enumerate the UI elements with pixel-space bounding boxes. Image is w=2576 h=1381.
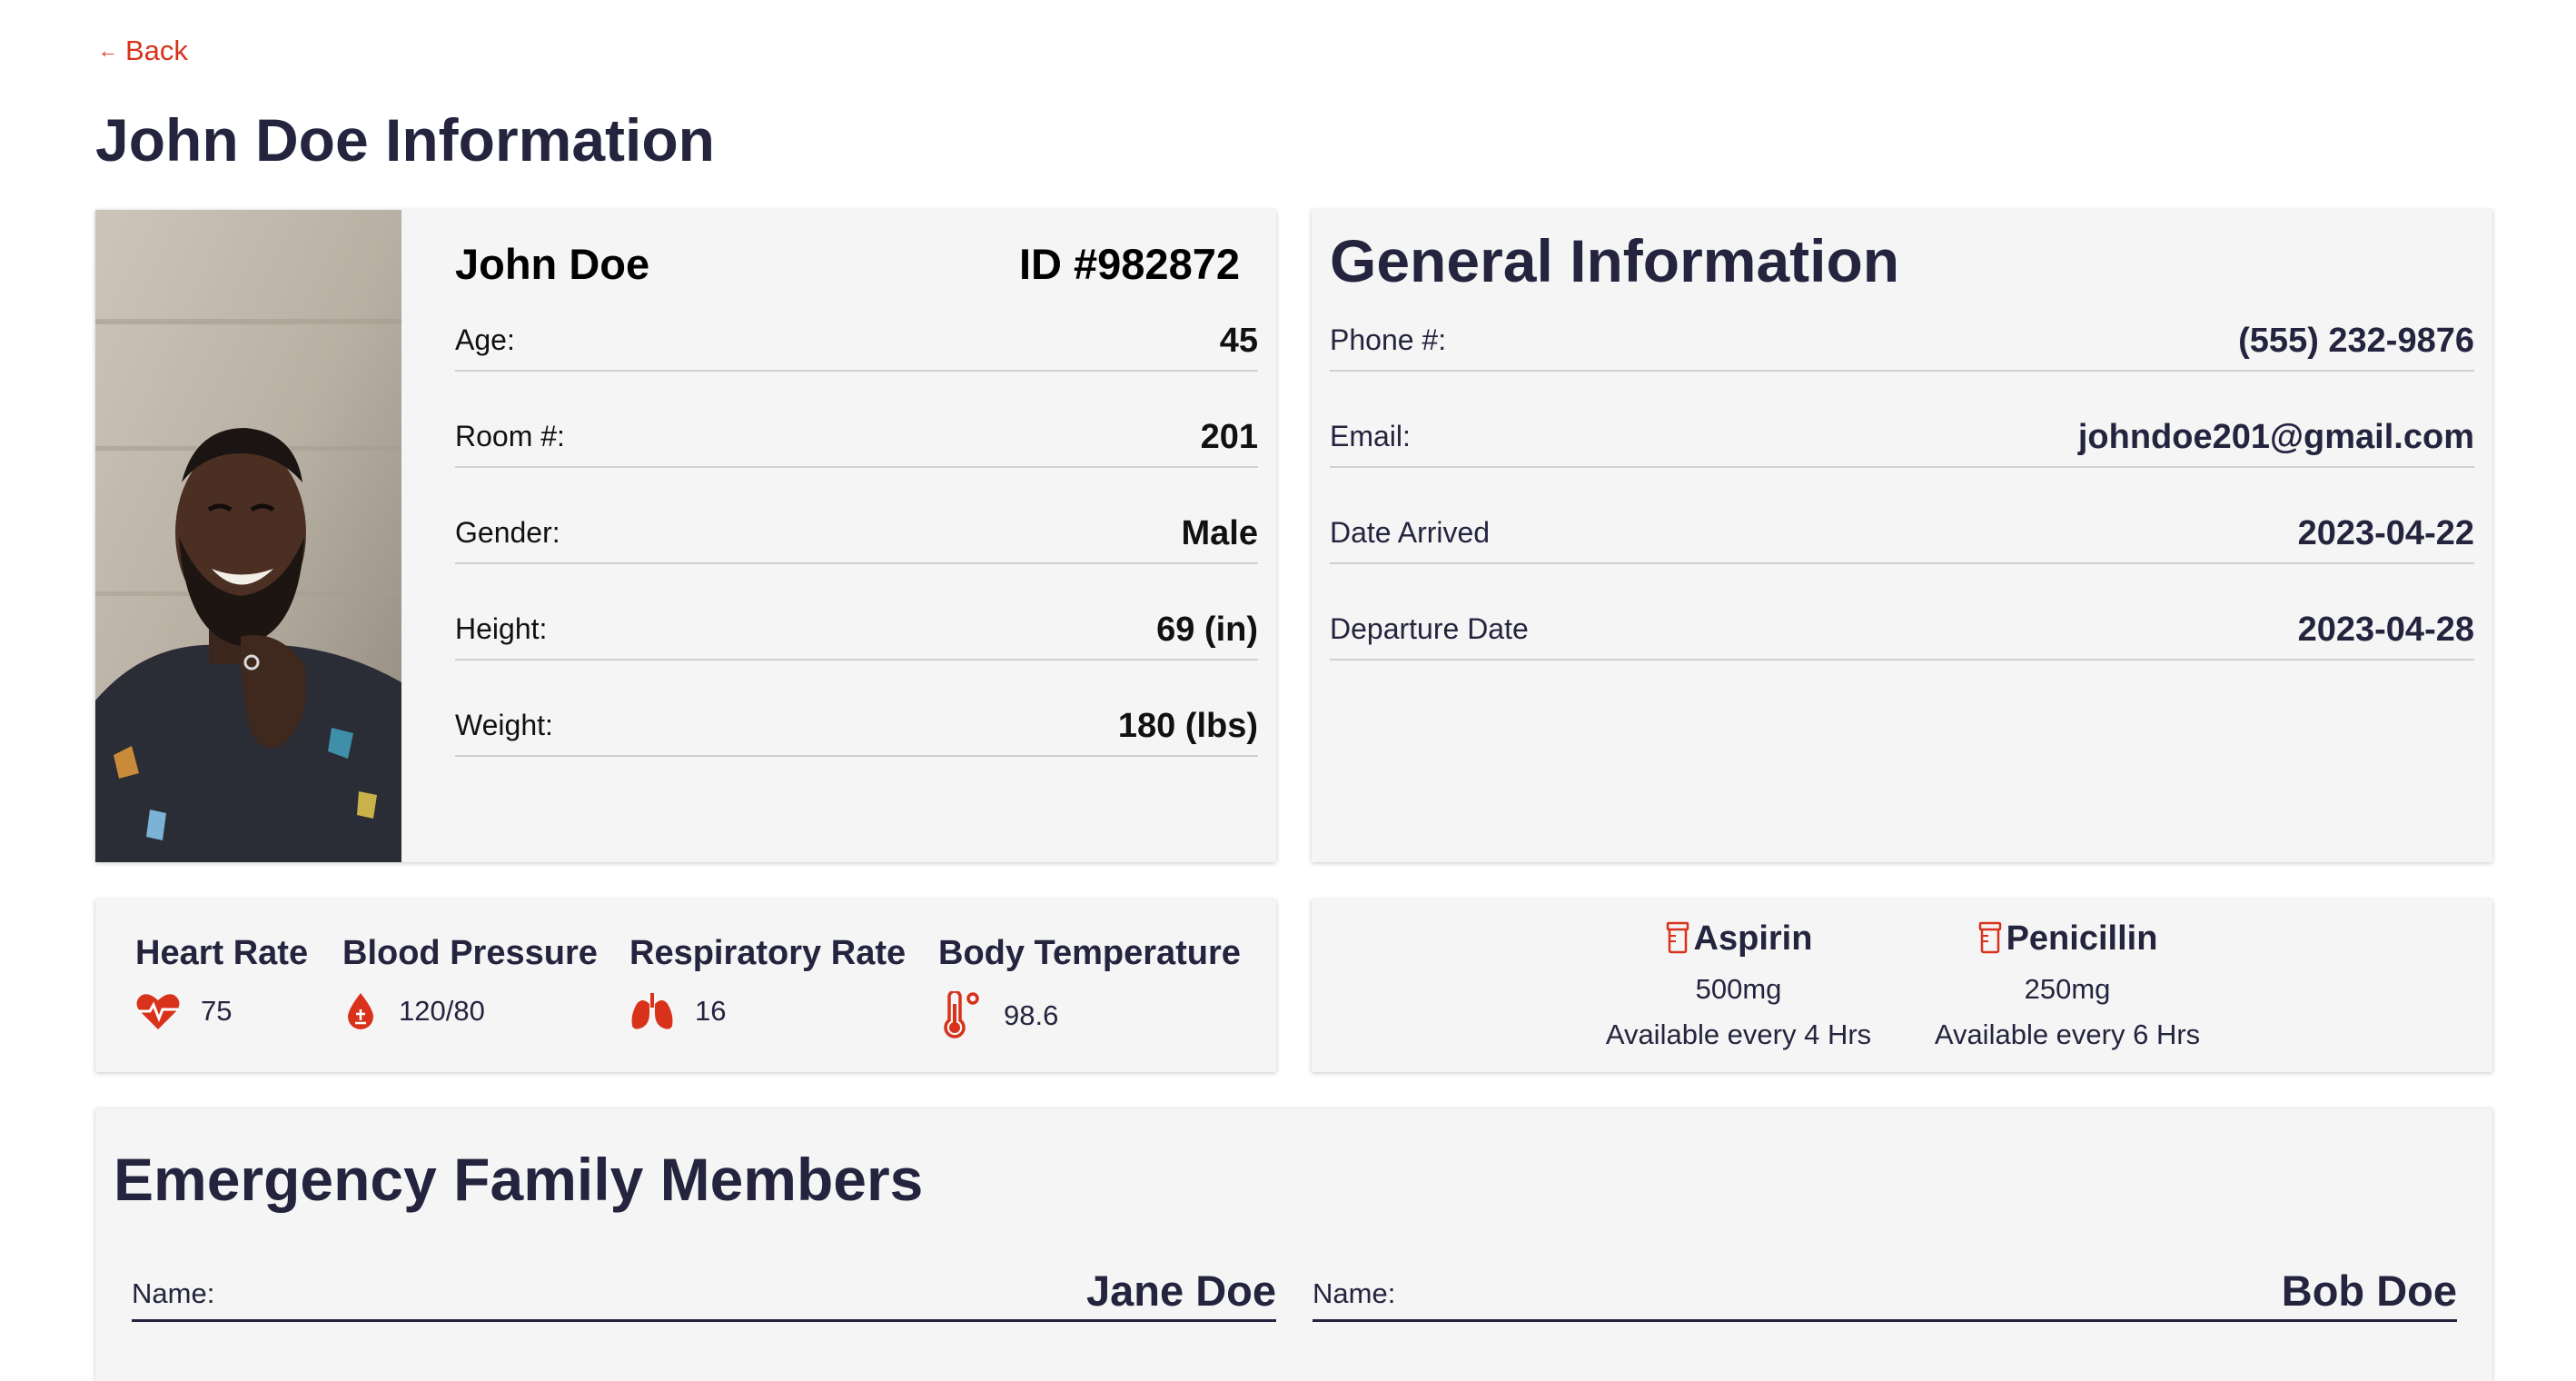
medication-item: Penicillin 250mg Available every 6 Hrs [1922, 919, 2213, 1051]
medication-dose: 500mg [1695, 973, 1782, 1005]
field-label: Gender: [455, 516, 560, 549]
patient-field-weight: Weight: 180 (lbs) [455, 682, 1258, 757]
vital-value: 98.6 [1004, 999, 1059, 1031]
field-label: Weight: [455, 709, 553, 741]
medication-frequency: Available every 4 Hrs [1605, 1018, 1872, 1050]
vital-value: 120/80 [399, 995, 485, 1027]
vital-blood-pressure: Blood Pressure 120/80 [342, 934, 598, 1031]
thermometer-icon [938, 991, 984, 1040]
field-label: Email: [1330, 420, 1411, 452]
medications-card: Aspirin 500mg Available every 4 Hrs Peni… [1312, 899, 2492, 1072]
medication-dose: 250mg [2024, 973, 2111, 1005]
patient-id: ID #982872 [1018, 240, 1240, 288]
patient-field-height: Height: 69 (in) [455, 586, 1258, 661]
field-value: 69 (in) [1156, 611, 1258, 649]
field-label: Age: [455, 323, 515, 356]
field-label: Date Arrived [1330, 516, 1491, 549]
pill-bottle-icon [1665, 921, 1690, 959]
field-value: (555) 232-9876 [2238, 322, 2474, 360]
medication-name: Aspirin [1693, 919, 1813, 958]
field-value: 2023-04-22 [2297, 514, 2474, 552]
patient-field-age: Age: 45 [455, 297, 1258, 372]
patient-field-gender: Gender: Male [455, 490, 1258, 564]
field-value: johndoe201@gmail.com [2077, 418, 2474, 456]
medication-name: Penicillin [2006, 919, 2158, 958]
family-member-row: Name: Jane Doe [132, 1245, 1276, 1322]
emergency-family-title: Emergency Family Members [114, 1146, 924, 1213]
field-label: Height: [455, 612, 548, 645]
general-field-date-arrived: Date Arrived 2023-04-22 [1330, 490, 2474, 564]
vital-heart-rate: Heart Rate 75 [135, 934, 308, 1031]
family-member-label: Name: [1313, 1277, 1396, 1309]
family-member-label: Name: [132, 1277, 215, 1309]
general-info-title: General Information [1330, 227, 1900, 294]
vital-label: Respiratory Rate [629, 934, 907, 972]
vital-body-temperature: Body Temperature 98.6 [938, 934, 1241, 1040]
general-field-email: Email: johndoe201@gmail.com [1330, 393, 2474, 468]
heart-pulse-icon [135, 991, 181, 1031]
vitals-card: Heart Rate 75 Blood Pressure 120/80 Resp… [95, 899, 1276, 1072]
emergency-family-card: Emergency Family Members Name: Jane Doe … [95, 1108, 2492, 1381]
page-title: John Doe Information [95, 106, 715, 174]
family-member-name: Jane Doe [1086, 1267, 1276, 1315]
blood-drop-icon [342, 991, 379, 1031]
field-value: 45 [1219, 322, 1258, 360]
arrow-left-icon: ← [98, 39, 118, 62]
vital-label: Body Temperature [938, 934, 1241, 972]
back-label: Back [125, 35, 188, 66]
field-value: Male [1181, 514, 1258, 552]
field-value: 201 [1200, 418, 1258, 456]
patient-name: John Doe [455, 240, 650, 288]
lungs-icon [629, 991, 675, 1031]
vital-label: Blood Pressure [342, 934, 598, 972]
patient-photo [95, 210, 401, 862]
vital-label: Heart Rate [135, 934, 309, 972]
general-field-phone: Phone #: (555) 232-9876 [1330, 297, 2474, 372]
pill-bottle-icon [1977, 921, 2003, 959]
vital-respiratory-rate: Respiratory Rate 16 [629, 934, 906, 1031]
patient-card: John Doe ID #982872 Age: 45 Room #: 201 … [95, 210, 1276, 862]
field-label: Departure Date [1330, 612, 1529, 645]
patient-field-room: Room #: 201 [455, 393, 1258, 468]
field-label: Phone #: [1330, 323, 1447, 356]
field-label: Room #: [455, 420, 565, 452]
field-value: 180 (lbs) [1117, 707, 1258, 745]
vital-value: 16 [695, 995, 727, 1027]
medication-frequency: Available every 6 Hrs [1934, 1018, 2201, 1050]
vital-value: 75 [201, 995, 233, 1027]
family-member-name: Bob Doe [2281, 1267, 2457, 1315]
medication-item: Aspirin 500mg Available every 4 Hrs [1593, 919, 1884, 1051]
general-field-departure-date: Departure Date 2023-04-28 [1330, 586, 2474, 661]
field-value: 2023-04-28 [2297, 611, 2474, 649]
general-info-card: General Information Phone #: (555) 232-9… [1312, 210, 2492, 862]
family-member-row: Name: Bob Doe [1313, 1245, 2457, 1322]
back-link[interactable]: ← Back [98, 35, 188, 67]
